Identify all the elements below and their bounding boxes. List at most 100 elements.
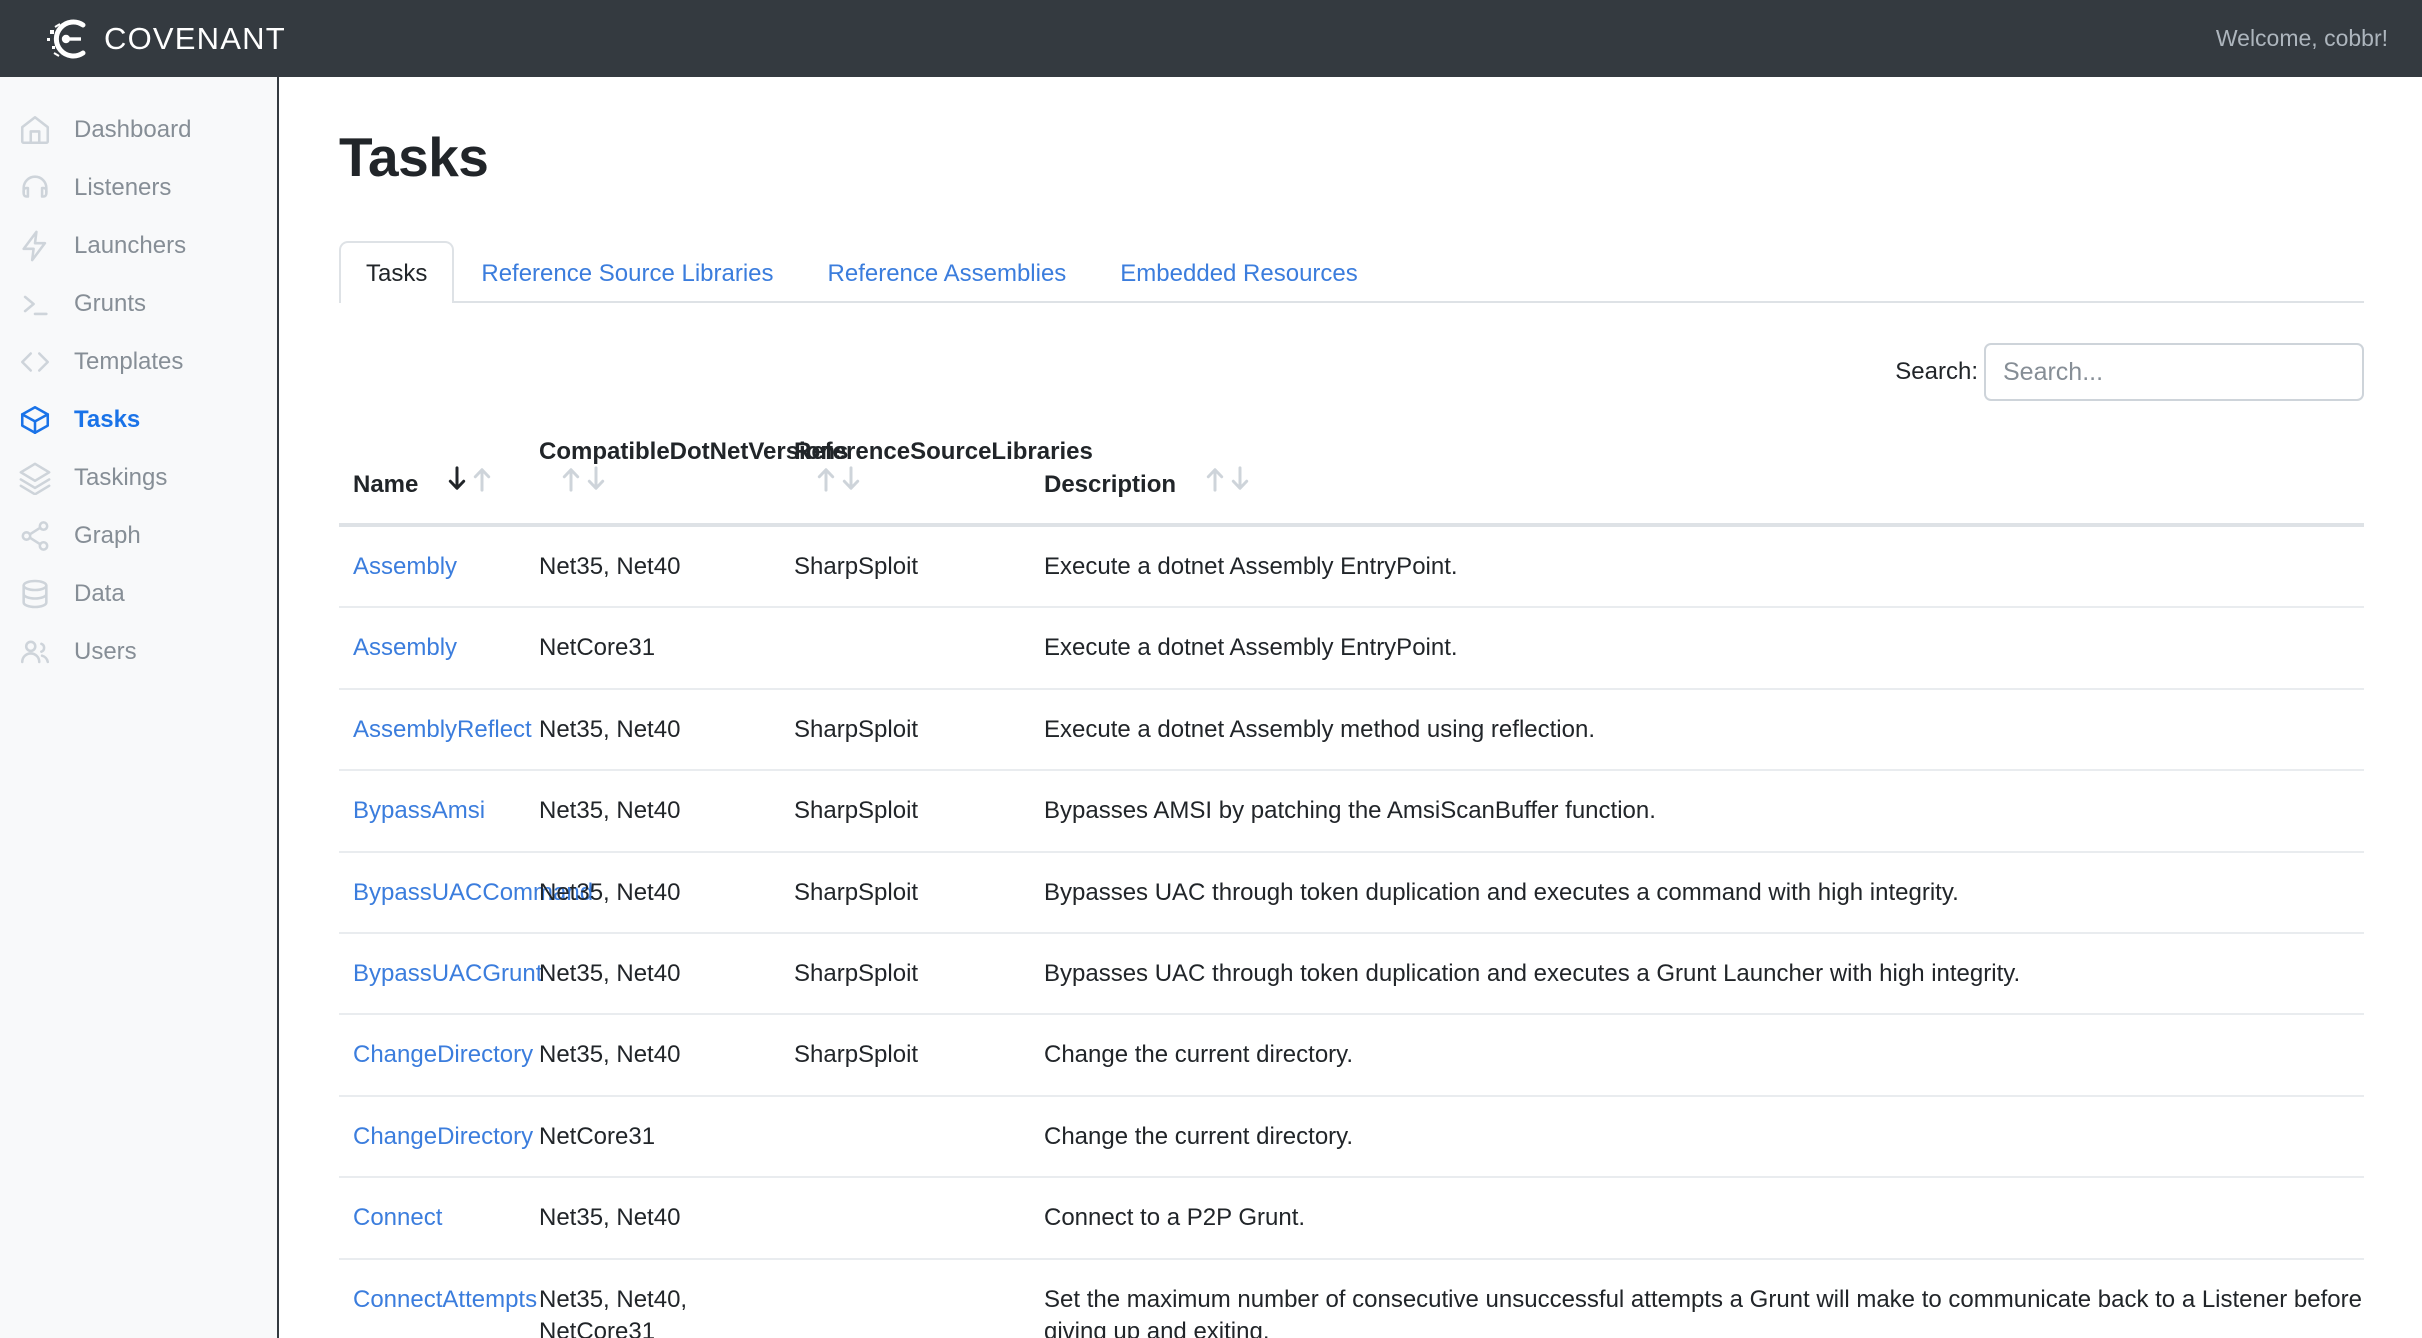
arrow-up-icon [1206,468,1223,492]
cell-description: Execute a dotnet Assembly EntryPoint. [1044,607,2364,690]
cell-libraries: SharpSploit [794,1014,1044,1097]
tab-embedded-resources[interactable]: Embedded Resources [1093,241,1384,303]
layers-icon [18,461,52,495]
cell-libraries [794,607,1044,690]
share-icon [18,519,52,553]
column-header-name[interactable]: Name [339,438,539,527]
sidebar-item-label: Tasks [74,406,141,433]
sidebar-item-tasks[interactable]: Tasks [0,391,277,449]
tab-label: Embedded Resources [1120,260,1358,287]
arrow-up-icon [817,468,835,492]
terminal-icon [18,287,52,321]
sidebar-item-templates[interactable]: Templates [0,333,277,391]
tab-label: Reference Source Libraries [481,260,774,287]
cell-versions: Net35, Net40 [539,1177,794,1260]
column-label: ReferenceSourceLibraries [794,438,1093,465]
lightning-icon [18,229,52,263]
home-icon [18,113,52,147]
cell-name: BypassUACCommand [339,851,593,934]
sidebar-item-taskings[interactable]: Taskings [0,449,277,507]
tasks-table-head: Name CompatibleDotNetVersions ReferenceS… [339,438,2364,527]
cell-name: Assembly [339,525,539,609]
table-row: ChangeDirectory NetCore31 Change the cur… [339,1095,2364,1179]
cell-name: Connect [339,1177,539,1260]
database-icon [18,577,52,611]
table-row: AssemblyReflect Net35, Net40 SharpSploit… [339,688,2364,772]
main-content: Tasks Tasks Reference Source Libraries R… [279,77,2422,1338]
arrow-down-icon [587,466,605,490]
sort-toggle-name[interactable] [445,466,494,492]
table-row: Assembly Net35, Net40 SharpSploit Execut… [339,525,2364,609]
cell-versions: NetCore31 [539,607,794,690]
cell-versions: Net35, Net40 [539,1014,794,1097]
cell-description: Bypasses AMSI by patching the AmsiScanBu… [1044,770,2364,853]
task-link[interactable]: AssemblyReflect [353,716,532,743]
tab-reference-source-libraries[interactable]: Reference Source Libraries [454,241,800,303]
cell-description: Set the maximum number of consecutive un… [1044,1285,2362,1338]
arrow-down-icon [1231,466,1248,490]
cell-libraries [794,1095,1044,1179]
brand-text: COVENANT [104,21,286,56]
table-row: BypassUACGrunt Net35, Net40 SharpSploit … [339,932,2364,1016]
task-link[interactable]: Assembly [353,634,457,661]
task-link[interactable]: BypassAmsi [353,797,485,824]
table-header-row: Name CompatibleDotNetVersions ReferenceS… [339,438,2364,527]
sidebar-item-grunts[interactable]: Grunts [0,275,277,333]
task-link[interactable]: BypassUACGrunt [353,960,542,987]
cell-versions: Net35, Net40 [539,770,794,853]
cell-description: Change the current directory. [1044,1014,2364,1097]
sidebar-item-listeners[interactable]: Listeners [0,159,277,217]
covenant-app: COVENANT Welcome, cobbr! Dashboard Liste… [0,0,2422,1338]
cell-versions: Net35, Net40 [539,851,794,934]
task-link[interactable]: Assembly [353,553,457,580]
arrow-down-icon [448,466,466,490]
users-icon [18,635,52,669]
cell-versions: Net35, Net40 [539,525,794,609]
top-bar: COVENANT Welcome, cobbr! [0,0,2422,77]
column-header-reference-source-libraries[interactable]: ReferenceSourceLibraries [794,438,1093,527]
tab-bar: Tasks Reference Source Libraries Referen… [339,239,2364,303]
cell-libraries: SharpSploit [794,688,1044,772]
arrow-down-icon [842,466,860,490]
sidebar-item-label: Listeners [74,174,172,201]
tasks-table-body: Assembly Net35, Net40 SharpSploit Execut… [339,525,2364,1338]
cell-description: Execute a dotnet Assembly method using r… [1044,688,2364,772]
cell-libraries: SharpSploit [794,932,1044,1016]
table-row: Assembly NetCore31 Execute a dotnet Asse… [339,607,2364,690]
table-row: BypassAmsi Net35, Net40 SharpSploit Bypa… [339,770,2364,853]
sidebar-item-users[interactable]: Users [0,623,277,681]
cell-name: Assembly [339,607,539,690]
box-icon [18,403,52,437]
sidebar-item-label: Grunts [74,290,147,317]
sidebar: Dashboard Listeners Launchers Grunts Tem… [0,77,279,1338]
sort-toggle-libraries[interactable] [814,466,863,492]
task-link[interactable]: ConnectAttempts [353,1286,537,1313]
sidebar-item-graph[interactable]: Graph [0,507,277,565]
cell-name: AssemblyReflect [339,688,539,772]
sort-toggle-description[interactable] [1203,466,1252,492]
cell-description: Bypasses UAC through token duplication a… [1044,851,2364,934]
task-link[interactable]: ChangeDirectory [353,1041,533,1068]
search-row: Search: [339,343,2364,401]
table-row: ChangeDirectory Net35, Net40 SharpSploit… [339,1014,2364,1097]
column-header-compatible-dotnet-versions[interactable]: CompatibleDotNetVersions [539,438,848,527]
brand[interactable]: COVENANT [42,13,286,65]
tab-tasks[interactable]: Tasks [339,241,455,303]
body: Dashboard Listeners Launchers Grunts Tem… [0,77,2422,1338]
sidebar-item-label: Taskings [74,464,168,491]
sidebar-item-dashboard[interactable]: Dashboard [0,101,277,159]
column-label: Description [1044,471,1177,498]
task-link[interactable]: Connect [353,1204,442,1231]
page-title: Tasks [339,126,489,188]
arrow-up-icon [562,468,580,492]
sidebar-item-launchers[interactable]: Launchers [0,217,277,275]
sidebar-item-label: Graph [74,522,141,549]
column-header-description[interactable]: Description [1044,438,2364,527]
cell-description: Bypasses UAC through token duplication a… [1044,932,2364,1016]
sidebar-item-data[interactable]: Data [0,565,277,623]
tab-reference-assemblies[interactable]: Reference Assemblies [801,241,1094,303]
sort-toggle-versions[interactable] [559,466,608,492]
search-input[interactable] [1984,343,2364,401]
task-link[interactable]: ChangeDirectory [353,1123,533,1150]
cell-libraries: SharpSploit [794,851,1044,934]
